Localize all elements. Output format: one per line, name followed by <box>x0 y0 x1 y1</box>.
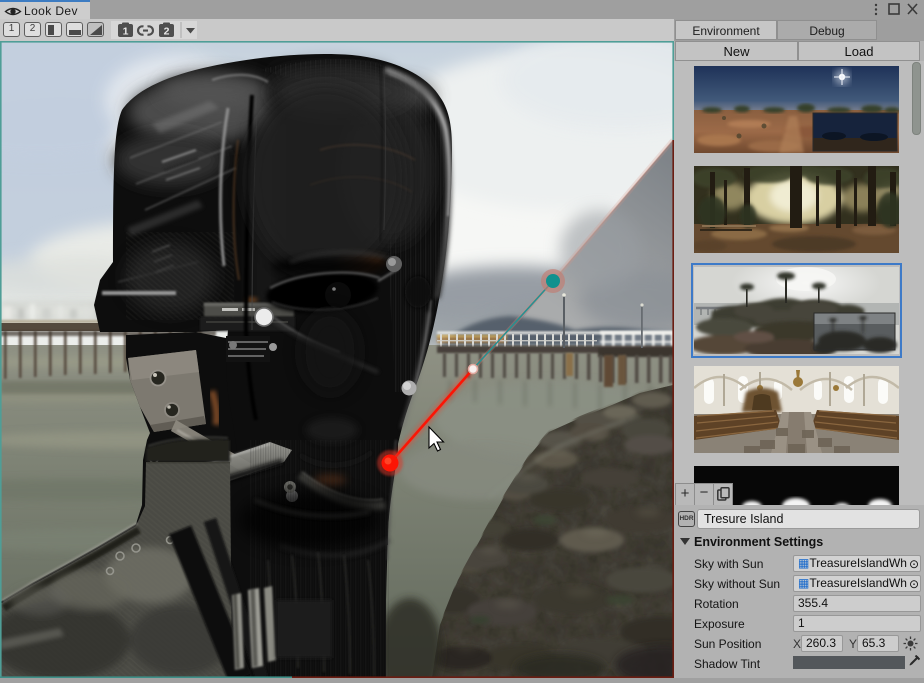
svg-text:1: 1 <box>123 26 129 38</box>
svg-text:2: 2 <box>164 26 170 38</box>
